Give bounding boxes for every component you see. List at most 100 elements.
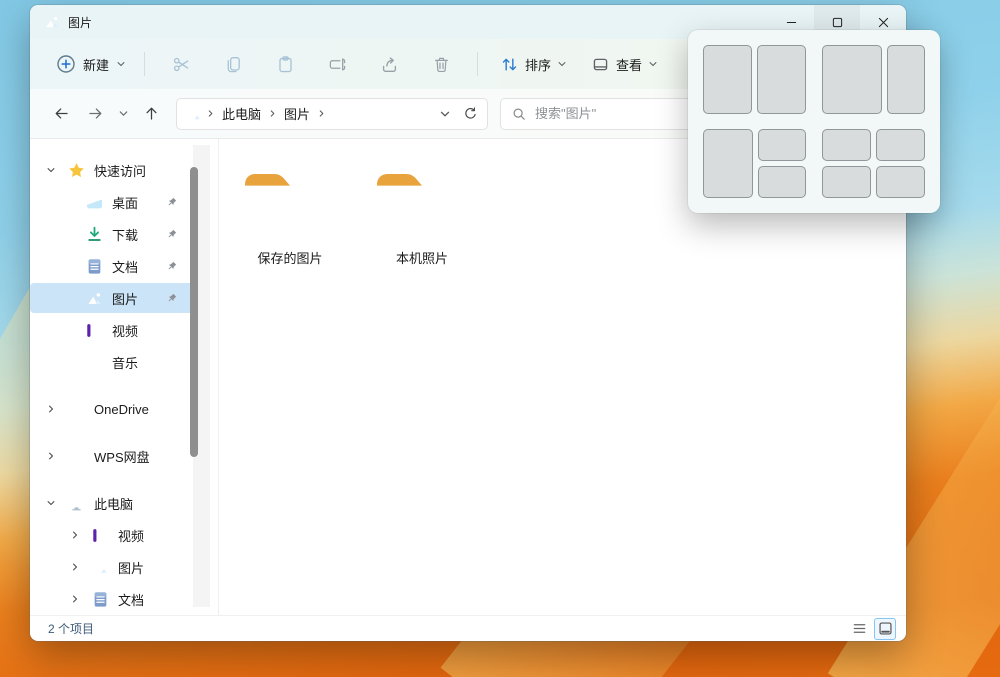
snap-layout-split-50-50[interactable]	[703, 45, 806, 114]
sidebar-scrollbar-thumb[interactable]	[189, 167, 198, 457]
pictures-icon	[86, 290, 103, 307]
sidebar-item-pc-pictures[interactable]: 图片	[30, 552, 210, 582]
snap-zone[interactable]	[822, 45, 882, 114]
chevron-right-icon	[317, 109, 326, 118]
folder-icon	[374, 163, 470, 239]
chevron-down-icon	[116, 59, 126, 69]
desktop-icon	[86, 194, 103, 211]
sidebar-item-quick-access[interactable]: 快速访问	[30, 155, 210, 185]
snap-zone[interactable]	[822, 129, 871, 161]
window-title: 图片	[68, 15, 93, 30]
view-button[interactable]: 查看	[583, 49, 666, 80]
chevron-right-icon[interactable]	[70, 530, 80, 540]
rename-button[interactable]	[318, 47, 356, 81]
chevron-right-icon[interactable]	[46, 451, 56, 461]
chevron-right-icon[interactable]	[70, 594, 80, 604]
snap-layout-quad-grid[interactable]	[822, 129, 925, 198]
sidebar-item-onedrive[interactable]: OneDrive	[30, 394, 210, 424]
plus-circle-icon	[56, 54, 76, 74]
cut-icon	[172, 55, 191, 74]
sidebar-item-wps-cloud[interactable]: WPS网盘	[30, 441, 210, 471]
sidebar-item-this-pc[interactable]: 此电脑	[30, 488, 210, 518]
breadcrumb[interactable]: 此电脑 图片	[176, 97, 488, 130]
sort-button-label: 排序	[525, 57, 552, 73]
copy-icon	[224, 55, 243, 74]
chevron-right-icon[interactable]	[46, 404, 56, 414]
pin-icon	[166, 260, 178, 272]
snap-layout-split-60-40[interactable]	[822, 45, 925, 114]
close-icon	[878, 17, 889, 28]
folder-saved-pictures[interactable]: 保存的图片	[235, 159, 345, 271]
pin-icon	[166, 196, 178, 208]
forward-button[interactable]	[78, 97, 112, 131]
breadcrumb-pictures[interactable]: 图片	[281, 104, 313, 123]
copy-button[interactable]	[214, 47, 252, 81]
cut-button[interactable]	[162, 47, 200, 81]
list-view-icon	[852, 621, 867, 636]
music-icon	[86, 354, 103, 371]
share-button[interactable]	[370, 47, 408, 81]
pictures-app-icon	[44, 14, 60, 30]
snap-zone[interactable]	[757, 45, 806, 114]
sort-arrows-icon	[500, 55, 519, 74]
snap-zone[interactable]	[822, 166, 871, 198]
snap-layout-left-half-right-stack[interactable]	[703, 129, 806, 198]
new-button[interactable]: 新建	[48, 48, 134, 80]
large-icons-view-button[interactable]	[874, 617, 896, 640]
back-button[interactable]	[44, 97, 78, 131]
up-button[interactable]	[134, 97, 168, 131]
chevron-down-icon[interactable]	[46, 498, 56, 508]
toolbar-divider	[477, 52, 479, 76]
snap-zone[interactable]	[876, 166, 925, 198]
snap-layouts-flyout	[688, 30, 940, 213]
chevron-down-icon[interactable]	[46, 165, 56, 175]
search-icon	[512, 107, 526, 121]
minimize-icon	[786, 17, 797, 28]
snap-zone[interactable]	[703, 45, 752, 114]
sidebar-item-desktop[interactable]: 桌面	[30, 187, 210, 217]
onedrive-cloud-icon	[68, 401, 85, 418]
pc-monitor-icon	[68, 495, 85, 512]
refresh-icon[interactable]	[463, 106, 478, 121]
sidebar-scrollbar-track[interactable]	[189, 145, 210, 607]
status-bar: 2 个项目	[30, 615, 906, 641]
trash-icon	[432, 55, 451, 74]
breadcrumb-this-pc[interactable]: 此电脑	[219, 104, 264, 123]
snap-zone[interactable]	[876, 129, 925, 161]
back-arrow-icon	[53, 105, 70, 122]
sidebar-item-music[interactable]: 音乐	[30, 347, 210, 377]
snap-zone[interactable]	[758, 166, 806, 198]
pictures-folder-icon	[186, 106, 202, 122]
chevron-down-icon	[648, 59, 658, 69]
view-button-label: 查看	[616, 57, 643, 73]
delete-button[interactable]	[422, 47, 460, 81]
toolbar-divider	[144, 52, 146, 76]
document-icon	[92, 591, 109, 608]
chevron-right-icon[interactable]	[70, 562, 80, 572]
paste-button[interactable]	[266, 47, 304, 81]
item-count: 2 个项目	[48, 622, 95, 636]
recent-locations-button[interactable]	[112, 97, 134, 131]
document-icon	[86, 258, 103, 275]
sidebar-item-pc-videos[interactable]: 视频	[30, 520, 210, 550]
sidebar-item-pc-documents[interactable]: 文档	[30, 584, 210, 614]
chevron-right-icon	[206, 109, 215, 118]
thumbnail-view-icon	[878, 621, 893, 636]
maximize-icon	[832, 17, 843, 28]
details-view-button[interactable]	[848, 618, 870, 640]
sidebar-item-pictures-selected[interactable]: 图片	[30, 283, 210, 313]
sort-button[interactable]: 排序	[492, 49, 575, 80]
pictures-icon	[92, 559, 109, 576]
folder-camera-roll[interactable]: 本机照片	[367, 159, 477, 271]
star-icon	[68, 162, 85, 179]
snap-zone[interactable]	[758, 129, 806, 161]
chevron-right-icon	[268, 109, 277, 118]
sidebar-item-downloads[interactable]: 下载	[30, 219, 210, 249]
address-dropdown-icon[interactable]	[439, 108, 451, 120]
view-icon	[591, 55, 610, 74]
snap-zone[interactable]	[886, 45, 925, 114]
sidebar-item-videos[interactable]: 视频	[30, 315, 210, 345]
sidebar-item-documents[interactable]: 文档	[30, 251, 210, 281]
navigation-pane: 快速访问 桌面 下载 文档 图片 视频 音乐 OneDrive WPS网盘 此电…	[30, 139, 218, 615]
snap-zone[interactable]	[703, 129, 754, 198]
